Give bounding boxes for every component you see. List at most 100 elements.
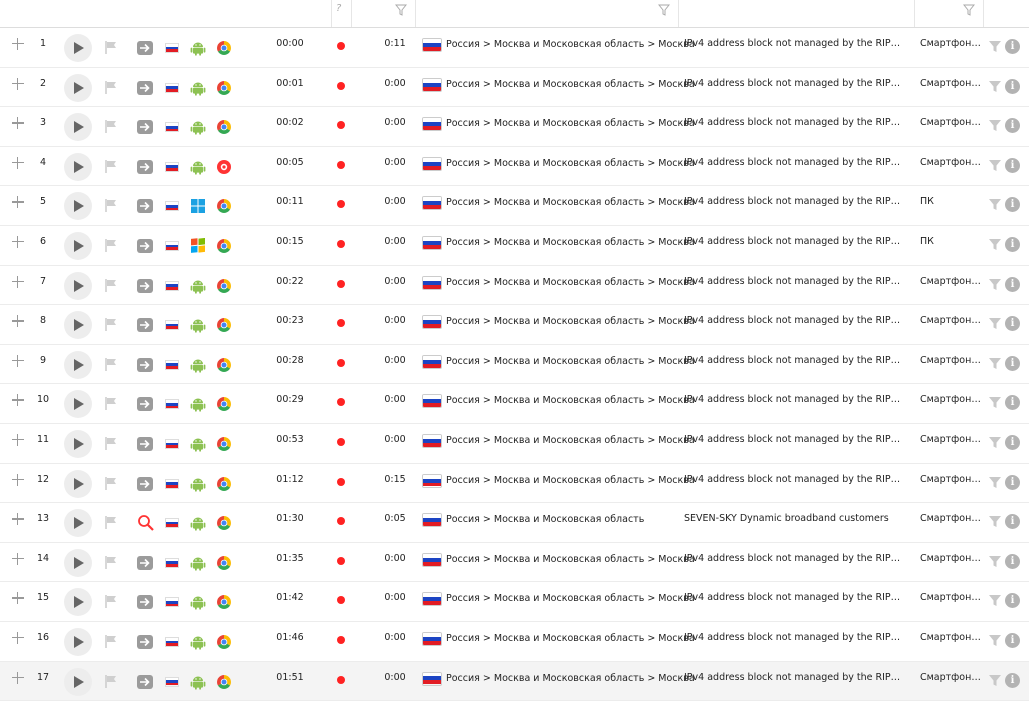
expand-plus-icon[interactable]: [12, 513, 24, 525]
info-icon[interactable]: i: [1005, 435, 1020, 450]
table-row[interactable]: 13 01:30 0:05 Россия > Москва и Московск…: [0, 503, 1029, 543]
table-row[interactable]: 11 00:53 0:00 Россия > Москва и Московск…: [0, 424, 1029, 464]
table-row[interactable]: 4 00:05 0:00 Россия > Москва и Московска…: [0, 147, 1029, 187]
info-icon[interactable]: i: [1005, 475, 1020, 490]
table-row[interactable]: 1 00:00 0:11 Россия > Москва и Московска…: [0, 28, 1029, 68]
flag-icon[interactable]: [104, 238, 118, 252]
table-row[interactable]: 15 01:42 0:00 Россия > Москва и Московск…: [0, 582, 1029, 622]
filter-icon[interactable]: [988, 357, 1002, 370]
play-button[interactable]: [64, 470, 92, 498]
play-button[interactable]: [64, 232, 92, 260]
filter-icon[interactable]: [988, 159, 1002, 172]
filter-icon[interactable]: [988, 436, 1002, 449]
play-button[interactable]: [64, 509, 92, 537]
expand-plus-icon[interactable]: [12, 355, 24, 367]
flag-icon[interactable]: [104, 594, 118, 608]
info-icon[interactable]: i: [1005, 514, 1020, 529]
info-icon[interactable]: i: [1005, 395, 1020, 410]
table-row[interactable]: 16 01:46 0:00 Россия > Москва и Московск…: [0, 622, 1029, 662]
table-row[interactable]: 17 01:51 0:00 Россия > Москва и Московск…: [0, 662, 1029, 701]
filter-icon[interactable]: [988, 40, 1002, 53]
expand-plus-icon[interactable]: [12, 38, 24, 50]
flag-icon[interactable]: [104, 515, 118, 529]
expand-plus-icon[interactable]: [12, 632, 24, 644]
expand-plus-icon[interactable]: [12, 672, 24, 684]
table-row[interactable]: 5 00:11 0:00 Россия > Москва и Московска…: [0, 186, 1029, 226]
play-button[interactable]: [64, 549, 92, 577]
flag-icon[interactable]: [104, 357, 118, 371]
flag-icon[interactable]: [104, 634, 118, 648]
filter-icon[interactable]: [988, 317, 1002, 330]
expand-plus-icon[interactable]: [12, 157, 24, 169]
info-icon[interactable]: i: [1005, 197, 1020, 212]
play-button[interactable]: [64, 34, 92, 62]
table-row[interactable]: 9 00:28 0:00 Россия > Москва и Московска…: [0, 345, 1029, 385]
flag-icon[interactable]: [104, 40, 118, 54]
filter-icon[interactable]: [988, 515, 1002, 528]
filter-icon[interactable]: [988, 238, 1002, 251]
expand-plus-icon[interactable]: [12, 196, 24, 208]
flag-icon[interactable]: [104, 317, 118, 331]
info-icon[interactable]: i: [1005, 554, 1020, 569]
info-icon[interactable]: i: [1005, 277, 1020, 292]
info-icon[interactable]: i: [1005, 158, 1020, 173]
play-button[interactable]: [64, 588, 92, 616]
table-row[interactable]: 12 01:12 0:15 Россия > Москва и Московск…: [0, 464, 1029, 504]
play-button[interactable]: [64, 113, 92, 141]
flag-icon[interactable]: [104, 396, 118, 410]
filter-icon[interactable]: [963, 4, 975, 16]
info-icon[interactable]: i: [1005, 79, 1020, 94]
table-row[interactable]: 10 00:29 0:00 Россия > Москва и Московск…: [0, 384, 1029, 424]
filter-icon[interactable]: [988, 476, 1002, 489]
filter-icon[interactable]: [988, 634, 1002, 647]
expand-plus-icon[interactable]: [12, 434, 24, 446]
flag-icon[interactable]: [104, 436, 118, 450]
play-button[interactable]: [64, 272, 92, 300]
help-icon[interactable]: ?: [336, 3, 341, 14]
info-icon[interactable]: i: [1005, 593, 1020, 608]
play-button[interactable]: [64, 351, 92, 379]
table-row[interactable]: 7 00:22 0:00 Россия > Москва и Московска…: [0, 266, 1029, 306]
play-button[interactable]: [64, 153, 92, 181]
expand-plus-icon[interactable]: [12, 553, 24, 565]
table-row[interactable]: 6 00:15 0:00 Россия > Москва и Московска…: [0, 226, 1029, 266]
play-button[interactable]: [64, 628, 92, 656]
filter-icon[interactable]: [988, 80, 1002, 93]
table-row[interactable]: 3 00:02 0:00 Россия > Москва и Московска…: [0, 107, 1029, 147]
info-icon[interactable]: i: [1005, 633, 1020, 648]
flag-icon[interactable]: [104, 278, 118, 292]
expand-plus-icon[interactable]: [12, 117, 24, 129]
filter-icon[interactable]: [988, 278, 1002, 291]
filter-icon[interactable]: [988, 594, 1002, 607]
table-row[interactable]: 8 00:23 0:00 Россия > Москва и Московска…: [0, 305, 1029, 345]
expand-plus-icon[interactable]: [12, 474, 24, 486]
play-button[interactable]: [64, 192, 92, 220]
expand-plus-icon[interactable]: [12, 315, 24, 327]
filter-icon[interactable]: [988, 396, 1002, 409]
info-icon[interactable]: i: [1005, 237, 1020, 252]
flag-icon[interactable]: [104, 80, 118, 94]
play-button[interactable]: [64, 74, 92, 102]
flag-icon[interactable]: [104, 476, 118, 490]
filter-icon[interactable]: [988, 674, 1002, 687]
filter-icon[interactable]: [988, 198, 1002, 211]
table-row[interactable]: 14 01:35 0:00 Россия > Москва и Московск…: [0, 543, 1029, 583]
table-row[interactable]: 2 00:01 0:00 Россия > Москва и Московска…: [0, 68, 1029, 108]
flag-icon[interactable]: [104, 119, 118, 133]
filter-icon[interactable]: [988, 119, 1002, 132]
filter-icon[interactable]: [658, 4, 670, 16]
info-icon[interactable]: i: [1005, 39, 1020, 54]
expand-plus-icon[interactable]: [12, 78, 24, 90]
info-icon[interactable]: i: [1005, 356, 1020, 371]
expand-plus-icon[interactable]: [12, 592, 24, 604]
play-button[interactable]: [64, 311, 92, 339]
info-icon[interactable]: i: [1005, 316, 1020, 331]
expand-plus-icon[interactable]: [12, 276, 24, 288]
play-button[interactable]: [64, 430, 92, 458]
play-button[interactable]: [64, 390, 92, 418]
flag-icon[interactable]: [104, 555, 118, 569]
expand-plus-icon[interactable]: [12, 394, 24, 406]
play-button[interactable]: [64, 668, 92, 696]
info-icon[interactable]: i: [1005, 118, 1020, 133]
filter-icon[interactable]: [395, 4, 407, 16]
